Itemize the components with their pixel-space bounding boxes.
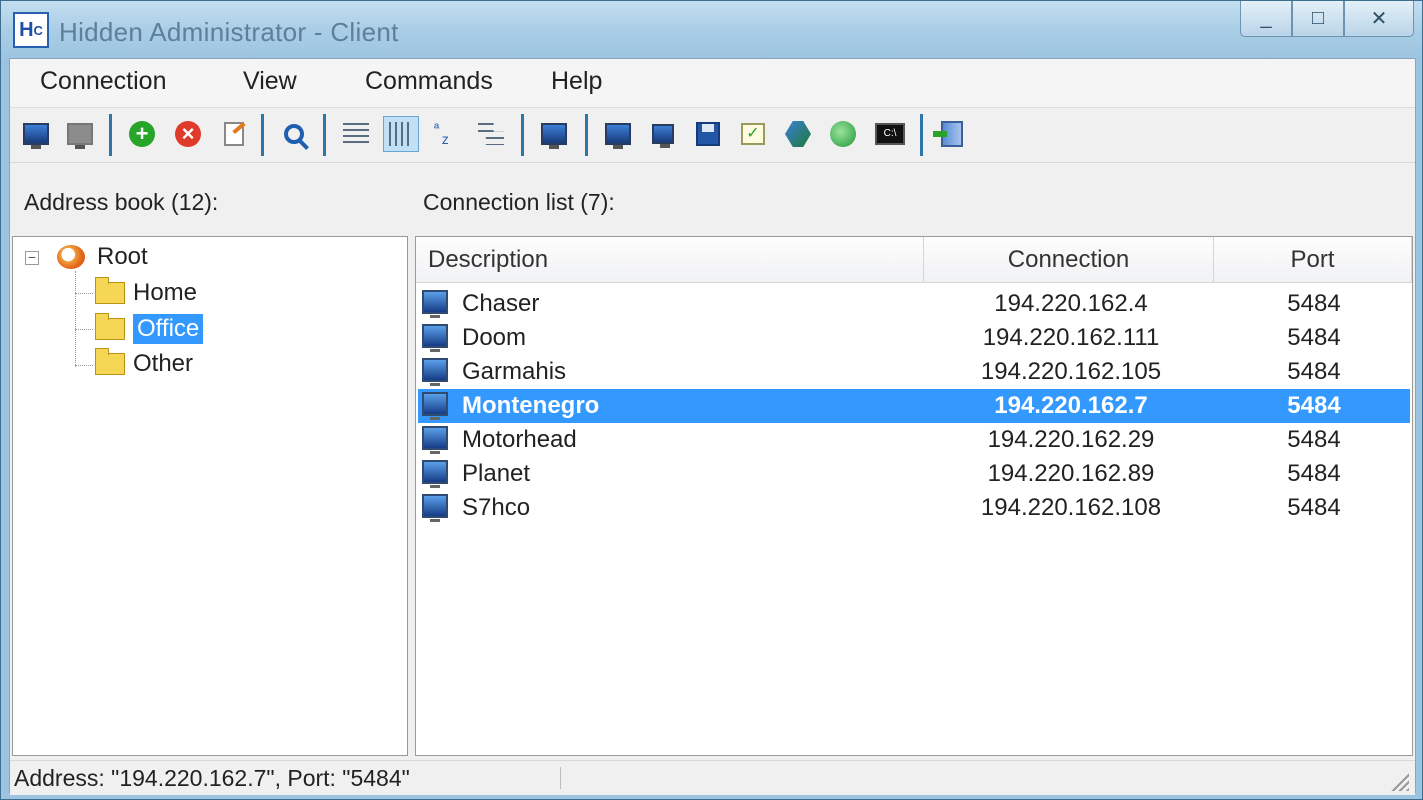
computer-icon — [422, 392, 448, 420]
computer-icon — [422, 426, 448, 454]
add-icon[interactable]: + — [124, 116, 160, 152]
row-description: Garmahis — [462, 358, 567, 385]
connection-list[interactable]: Description Connection Port Chaser 194.2… — [415, 236, 1413, 756]
row-port: 5484 — [1287, 324, 1341, 351]
minimize-button[interactable]: _ — [1240, 1, 1292, 37]
row-port: 5484 — [1287, 426, 1341, 453]
delete-icon[interactable]: × — [170, 116, 206, 152]
table-row[interactable]: Doom 194.220.162.111 5484 — [418, 321, 1410, 355]
disconnect-icon[interactable] — [62, 116, 98, 152]
status-bar: Address: "194.220.162.7", Port: "5484" — [10, 760, 1415, 795]
tree-node-label: Root — [97, 243, 148, 270]
table-row-selected[interactable]: Montenegro 194.220.162.7 5484 — [418, 389, 1410, 423]
column-header-description[interactable]: Description — [416, 237, 924, 283]
tree-node-label: Other — [133, 350, 194, 377]
address-book-label: Address book (12): — [24, 189, 219, 215]
search-icon[interactable] — [276, 116, 312, 152]
edit-icon[interactable] — [216, 116, 252, 152]
row-connection: 194.220.162.111 — [982, 324, 1160, 351]
table-row[interactable]: Motorhead 194.220.162.29 5484 — [418, 423, 1410, 457]
computer-icon — [422, 460, 448, 488]
row-description: Chaser — [462, 290, 540, 317]
app-window: HC Hidden Administrator - Client _ □ ✕ C… — [0, 0, 1423, 800]
row-description: S7hco — [462, 494, 531, 521]
power-icon[interactable] — [780, 116, 816, 152]
chat-icon[interactable]: ✓ — [735, 116, 771, 152]
row-connection: 194.220.162.4 — [994, 290, 1148, 317]
connection-list-label: Connection list (7): — [423, 189, 615, 215]
computer-icon — [422, 324, 448, 352]
remote-screen-icon[interactable] — [536, 116, 572, 152]
menu-view[interactable]: View — [243, 67, 297, 96]
menu-bar: Connection View Commands Help — [10, 59, 1415, 108]
row-connection: 194.220.162.29 — [987, 426, 1155, 453]
table-row[interactable]: Garmahis 194.220.162.105 5484 — [418, 355, 1410, 389]
table-row[interactable]: Planet 194.220.162.89 5484 — [418, 457, 1410, 491]
exit-icon[interactable] — [933, 116, 970, 152]
row-connection: 194.220.162.105 — [980, 358, 1162, 385]
tree-node-root[interactable]: Root — [57, 243, 148, 271]
row-connection: 194.220.162.89 — [987, 460, 1155, 487]
file-transfer-icon[interactable] — [645, 116, 681, 152]
maximize-button[interactable]: □ — [1292, 1, 1344, 37]
status-text: Address: "194.220.162.7", Port: "5484" — [14, 765, 410, 791]
row-port: 5484 — [1287, 290, 1341, 317]
address-book-tree[interactable]: − Root Home Office Other — [12, 236, 408, 756]
row-connection: 194.220.162.7 — [994, 392, 1148, 419]
folder-icon — [95, 348, 125, 375]
address-book-icon — [57, 245, 85, 269]
close-button[interactable]: ✕ — [1344, 1, 1414, 37]
row-description: Motorhead — [462, 426, 577, 453]
sort-icon[interactable]: ª z — [428, 116, 464, 152]
save-icon[interactable] — [690, 116, 726, 152]
toolbar: + × ª z ✓ C:\ — [10, 108, 1415, 163]
table-row[interactable]: S7hco 194.220.162.108 5484 — [418, 491, 1410, 525]
tree-node-office[interactable]: Office — [95, 313, 204, 344]
row-description: Montenegro — [462, 392, 600, 419]
menu-commands[interactable]: Commands — [365, 67, 493, 96]
row-port: 5484 — [1287, 494, 1341, 521]
column-header-connection[interactable]: Connection — [924, 237, 1214, 283]
collapse-toggle[interactable]: − — [25, 250, 39, 265]
title-bar[interactable]: HC Hidden Administrator - Client _ □ ✕ — [1, 1, 1422, 59]
table-row[interactable]: Chaser 194.220.162.4 5484 — [418, 287, 1410, 321]
column-header-port[interactable]: Port — [1214, 237, 1412, 283]
console-icon[interactable]: C:\ — [872, 116, 908, 152]
menu-help[interactable]: Help — [551, 67, 602, 96]
tree-node-home[interactable]: Home — [95, 277, 198, 307]
resize-grip-icon[interactable] — [1391, 773, 1409, 791]
tree-node-label: Office — [133, 314, 204, 344]
computer-icon — [422, 358, 448, 386]
menu-connection[interactable]: Connection — [40, 67, 166, 96]
folder-icon — [95, 277, 125, 304]
message-icon[interactable] — [825, 116, 861, 152]
row-port: 5484 — [1287, 358, 1341, 385]
connect-icon[interactable] — [18, 116, 54, 152]
window-title: Hidden Administrator - Client — [59, 17, 399, 47]
row-description: Planet — [462, 460, 531, 487]
client-area: Connection View Commands Help + × ª z ✓ … — [9, 58, 1416, 795]
list-view-icon[interactable] — [338, 116, 374, 152]
details-view-icon[interactable] — [383, 116, 419, 152]
row-port: 5484 — [1287, 392, 1341, 419]
tree-view-icon[interactable] — [473, 116, 509, 152]
folder-icon — [95, 313, 125, 340]
computer-icon — [422, 290, 448, 318]
tree-node-label: Home — [133, 279, 198, 306]
row-connection: 194.220.162.108 — [980, 494, 1162, 521]
computer-icon — [422, 494, 448, 522]
row-port: 5484 — [1287, 460, 1341, 487]
view-screen-icon[interactable] — [600, 116, 636, 152]
app-logo-icon: HC — [13, 12, 49, 48]
tree-node-other[interactable]: Other — [95, 348, 194, 378]
row-description: Doom — [462, 324, 527, 351]
